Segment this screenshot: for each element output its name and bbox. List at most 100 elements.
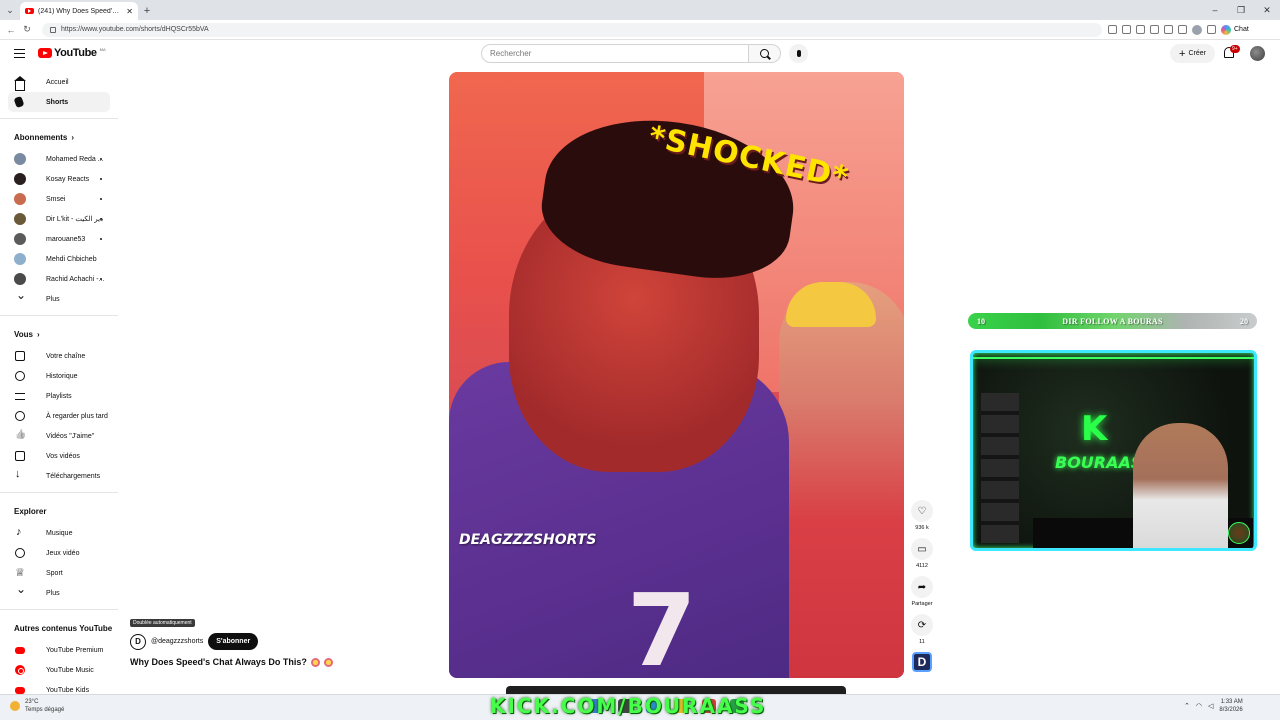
remix-count: 11 [919,639,925,645]
sidebar-item-liked-videos[interactable]: Vidéos "J'aime" [8,426,110,446]
short-actions: ♡ 936 k ▭ 4112 ➦ Partager ⟳ 11 D [910,500,934,672]
you-heading[interactable]: Vous › [0,322,118,346]
split-screen-icon[interactable] [1150,25,1159,34]
channel-avatar [14,253,26,265]
comment-icon: ▭ [917,543,927,555]
music-icon [15,526,25,538]
explore-more[interactable]: Plus [8,582,110,603]
sidebar-item-youtube-music[interactable]: YouTube Music [8,660,110,680]
minimize-icon[interactable]: – [1202,5,1228,15]
browser-tab-active[interactable]: (241) Why Does Speed's Chat Always Do Th… [20,2,138,20]
sidebar-item-label: À regarder plus tard [46,412,108,420]
person-icon [15,351,25,361]
new-tab-button[interactable]: + [138,2,156,20]
divider [0,609,118,610]
favorite-star-icon[interactable] [1136,25,1145,34]
sidebar-item-label: YouTube Premium [46,646,104,654]
sidebar-item-your-videos[interactable]: Vos vidéos [8,446,110,466]
youtube-music-icon [15,665,25,675]
subscription-item[interactable]: Rachid Achachi -... [8,269,110,289]
copilot-button[interactable]: Chat [1221,24,1249,35]
emoji-icon [323,657,333,667]
clock[interactable]: 1:33 AM 8/3/2026 [1219,698,1242,714]
youtube-play-icon [38,48,52,58]
more-menu-icon[interactable] [1207,25,1216,34]
youtube-header: YouTube MA Rechercher + Créer 9+ [0,40,1280,68]
subscription-item[interactable]: Kosay Reacts [8,169,110,189]
sidebar-item-watch-later[interactable]: À regarder plus tard [8,406,110,426]
shelf [981,393,1019,543]
sound-channel-thumbnail[interactable]: D [912,652,932,672]
app-available-icon[interactable] [1108,25,1117,34]
subscribe-button[interactable]: S'abonner [208,633,259,650]
search-input[interactable]: Rechercher [481,44,749,63]
short-video-player[interactable]: 7 *SHOCKED* DEAGZZZSHORTS [449,72,904,678]
network-icon[interactable]: ◠ [1196,702,1202,710]
tab-actions-menu-icon[interactable]: ⌄ [0,0,20,20]
new-content-dot [100,178,102,180]
sidebar-item-youtube-premium[interactable]: YouTube Premium [8,640,110,660]
auto-dubbed-badge: Doublée automatiquement [130,619,195,627]
chevron-right-icon: › [71,132,75,142]
channel-handle[interactable]: @deagzzzshorts [151,638,203,645]
account-avatar[interactable] [1250,46,1265,61]
comments-button[interactable]: ▭ [911,538,933,560]
new-content-dot [100,198,102,200]
favorites-icon[interactable] [1178,25,1187,34]
video-bystander [779,282,904,678]
history-icon [15,371,25,381]
sidebar-item-history[interactable]: Historique [8,366,110,386]
channel-avatar [14,273,26,285]
video-title[interactable]: Why Does Speed's Chat Always Do This? [130,657,307,667]
sidebar-item-label: Musique [46,529,73,537]
restore-icon[interactable]: ❐ [1228,5,1254,16]
subscription-item[interactable]: Mohamed Reda ... [8,149,110,169]
read-aloud-icon[interactable] [1122,25,1131,34]
subscription-item[interactable]: marouane53 [8,229,110,249]
weather-widget[interactable]: 23°C Temps dégagé [10,698,64,714]
streamer-avatar [1228,522,1250,544]
sidebar-item-music[interactable]: Musique [8,523,110,543]
sidebar-item-sports[interactable]: Sport [8,563,110,583]
subscriptions-more[interactable]: Plus [8,288,110,309]
refresh-icon[interactable]: ↻ [20,24,34,35]
subscriptions-heading[interactable]: Abonnements › [0,125,118,149]
voice-search-button[interactable] [789,44,808,63]
sidebar-item-playlists[interactable]: Playlists [8,386,110,406]
sidebar-item-downloads[interactable]: Téléchargements [8,466,110,486]
subscription-item[interactable]: Dir L'kit - دير الكيت [8,209,110,229]
sidebar-item-shorts[interactable]: Shorts [8,92,110,112]
subscription-item[interactable]: Mehdi Chbicheb [8,249,110,269]
address-bar[interactable]: https://www.youtube.com/shorts/dHQSCr55b… [42,22,1102,37]
show-hidden-icons[interactable]: ⌃ [1184,702,1190,710]
video-icon [15,451,25,461]
like-button[interactable]: ♡ [911,500,933,522]
video-watermark: DEAGZZZSHORTS [459,532,597,548]
channel-avatar [14,153,26,165]
create-button[interactable]: + Créer [1170,44,1215,63]
search-button[interactable] [749,44,781,63]
youtube-favicon-icon [25,8,34,14]
sidebar-item-home[interactable]: Accueil [8,72,110,92]
profile-avatar[interactable] [1192,24,1202,35]
share-icon: ➦ [917,581,927,593]
sidebar-item-your-channel[interactable]: Votre chaîne [8,346,110,366]
window-close-icon[interactable]: ✕ [1254,5,1280,16]
back-icon[interactable]: ← [4,25,18,35]
channel-avatar[interactable]: D [130,633,146,650]
kick-url-banner: KICK.COM/BOURAASS [490,694,767,718]
remix-button[interactable]: ⟳ [911,614,933,636]
extensions-icon[interactable] [1164,25,1173,34]
site-info-icon[interactable] [50,26,56,33]
youtube-premium-icon [15,647,25,654]
sidebar-item-gaming[interactable]: Jeux vidéo [8,543,110,563]
subscription-item[interactable]: Smsei [8,189,110,209]
youtube-logo[interactable]: YouTube MA [38,47,106,59]
tab-close-icon[interactable]: ✕ [126,7,133,16]
share-button[interactable]: ➦ [911,576,933,598]
subscription-label: Dir L'kit - دير الكيت [46,216,104,223]
volume-icon[interactable]: ◁ [1208,702,1213,710]
logo-text: YouTube [54,47,97,59]
like-count: 936 k [915,525,929,531]
guide-menu-icon[interactable] [14,49,25,58]
